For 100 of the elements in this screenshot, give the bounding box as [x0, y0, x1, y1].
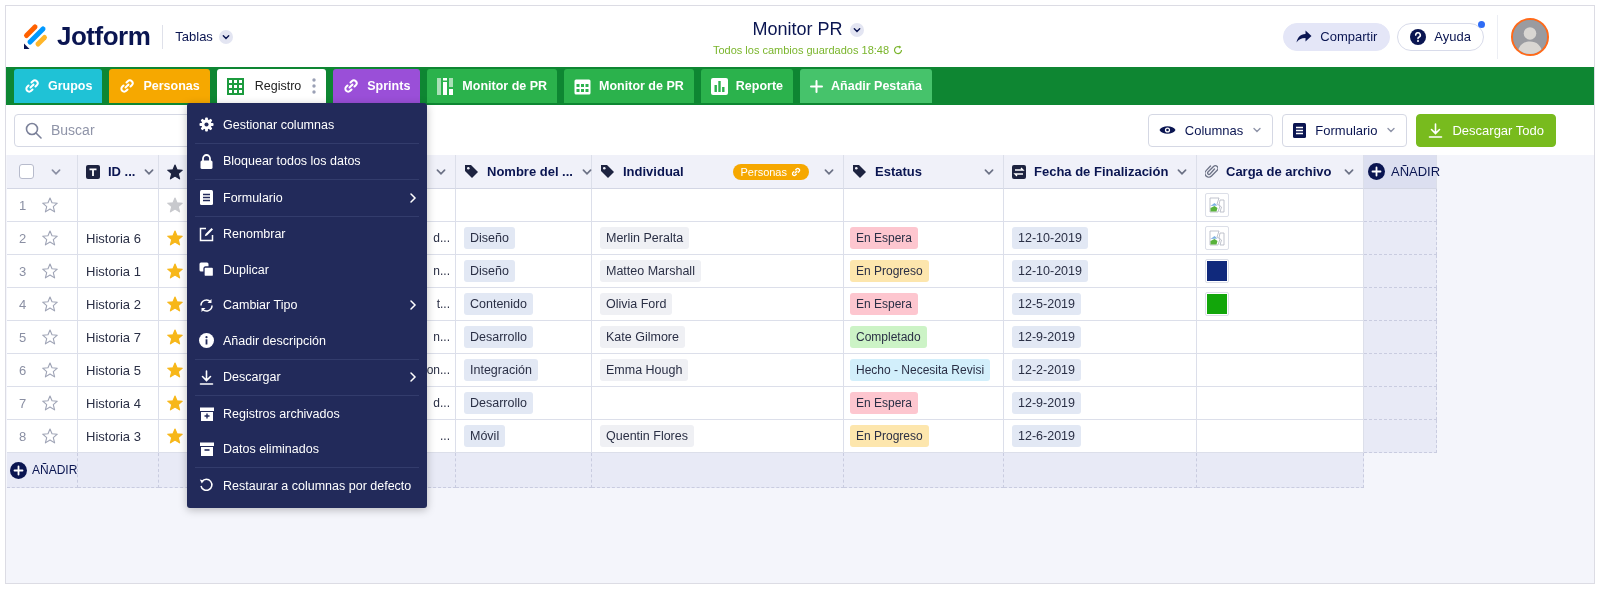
avatar[interactable]: [1511, 17, 1549, 56]
column-header[interactable]: Fecha de Finalización: [1004, 155, 1197, 189]
plus-icon: [810, 79, 823, 93]
eye-icon: [1158, 124, 1176, 136]
kebab-icon: [312, 78, 317, 94]
copy-icon: [199, 262, 214, 278]
form-title-button[interactable]: Monitor PR: [752, 19, 864, 40]
add-icon: [1368, 163, 1385, 180]
row-number: 7: [19, 395, 27, 411]
search-icon: [25, 121, 42, 139]
row-number: 4: [19, 296, 27, 312]
date-tag: 12-9-2019: [1012, 326, 1081, 348]
column-label: Estatus: [875, 164, 923, 179]
chevron-icon: [218, 29, 233, 44]
row-number: 8: [19, 428, 27, 444]
file-thumbnail[interactable]: [1205, 292, 1229, 316]
lock-icon: [200, 153, 213, 169]
text-field-icon: [86, 164, 100, 179]
tab[interactable]: Sprints: [333, 69, 421, 103]
tag: Merlin Peralta: [600, 227, 690, 249]
edit-icon: [199, 226, 214, 242]
table-cell: Historia 4: [78, 387, 159, 420]
tag: Integración: [464, 359, 538, 381]
tab[interactable]: Registro: [216, 69, 327, 103]
file-thumbnail[interactable]: [1205, 259, 1229, 283]
table-cell: Historia 7: [78, 321, 159, 354]
date-tag: 12-10-2019: [1012, 260, 1088, 282]
tables-menu-button[interactable]: Tablas: [175, 29, 233, 44]
share-arrow-icon: [1296, 30, 1313, 43]
brand-name: Jotform: [57, 21, 151, 52]
star-outline-icon: [42, 362, 59, 378]
save-status: Todos los cambios guardados 18:48: [712, 44, 904, 56]
column-header[interactable]: Carga de archivo: [1197, 155, 1364, 189]
add-row-button[interactable]: AÑADIR: [10, 461, 78, 479]
tag: Diseño: [464, 227, 515, 249]
tag-icon: [464, 164, 479, 179]
date-tag: 12-6-2019: [1012, 425, 1081, 447]
linked-table-badge: Personas: [732, 163, 809, 180]
form-icon: [200, 190, 213, 206]
refresh-icon: [893, 45, 904, 55]
row-number: 3: [19, 263, 27, 279]
help-icon: [1410, 28, 1427, 45]
table-cell: Historia 5: [78, 354, 159, 387]
form-icon: [1293, 122, 1307, 138]
table-cell: Historia 6: [78, 222, 159, 255]
date-tag: 12-9-2019: [1012, 392, 1081, 414]
archive-box-icon: [199, 406, 214, 421]
menu-item[interactable]: Formulario: [187, 180, 427, 216]
status-tag: En Espera: [850, 392, 919, 414]
star-icon: [167, 163, 183, 180]
broken-image-icon: [1209, 230, 1225, 246]
download-icon: [1428, 122, 1444, 138]
paperclip-icon: [1205, 164, 1218, 179]
download-icon: [199, 369, 214, 385]
dropdown-button[interactable]: Formulario: [1282, 113, 1408, 147]
star-outline-icon: [42, 197, 59, 213]
help-button[interactable]: Ayuda: [1397, 22, 1484, 51]
row-number: 2: [19, 230, 27, 246]
status-tag: En Espera: [850, 293, 919, 315]
restore-icon: [199, 478, 214, 494]
report-icon: [710, 77, 728, 95]
file-thumbnail[interactable]: [1205, 193, 1229, 217]
column-label: ID ...: [108, 164, 136, 179]
checkbox[interactable]: [19, 164, 34, 179]
chevron-icon: [1252, 125, 1263, 135]
status-tag: En Progreso: [850, 260, 929, 282]
menu-item[interactable]: Restaurar a columnas por defecto: [187, 468, 427, 504]
row-number: 1: [19, 197, 27, 213]
column-header[interactable]: Individual Personas: [592, 155, 844, 189]
archive-box-icon: [199, 442, 214, 457]
table-cell: Historia 2: [78, 288, 159, 321]
dropdown-button[interactable]: Columnas: [1147, 113, 1274, 147]
column-label: Nombre del ...: [487, 164, 573, 179]
share-button[interactable]: Compartir: [1283, 22, 1391, 51]
tag: Móvil: [464, 425, 506, 447]
column-header[interactable]: ID ...: [78, 155, 159, 189]
column-label: Individual: [623, 164, 685, 179]
column-label: Fecha de Finalización: [1034, 164, 1169, 179]
column-label: Carga de archivo: [1226, 164, 1333, 179]
info-icon: [199, 333, 214, 349]
cycle-arrows-icon: [199, 297, 214, 313]
column-header[interactable]: Estatus: [844, 155, 1004, 189]
tag: Desarrollo: [464, 326, 533, 348]
file-thumbnail[interactable]: [1205, 226, 1229, 250]
table-cell: Historia 1: [78, 255, 159, 288]
status-tag: Completado: [850, 326, 927, 348]
link-icon: [791, 166, 801, 177]
tag: Emma Hough: [600, 359, 689, 381]
bar-chart-icon: [437, 77, 455, 95]
star-outline-icon: [42, 230, 59, 246]
column-header[interactable]: Nombre del ...: [456, 155, 592, 189]
row-number: 6: [19, 362, 27, 378]
logo-icon: [22, 22, 49, 51]
tag-icon: [852, 164, 867, 179]
add-column-button[interactable]: AÑADIR: [1368, 163, 1441, 180]
chevron-icon: [1386, 125, 1397, 135]
row-number: 5: [19, 329, 27, 345]
link-icon: [24, 78, 40, 94]
tag: Olivia Ford: [600, 293, 673, 315]
date-tag: 12-2-2019: [1012, 359, 1081, 381]
